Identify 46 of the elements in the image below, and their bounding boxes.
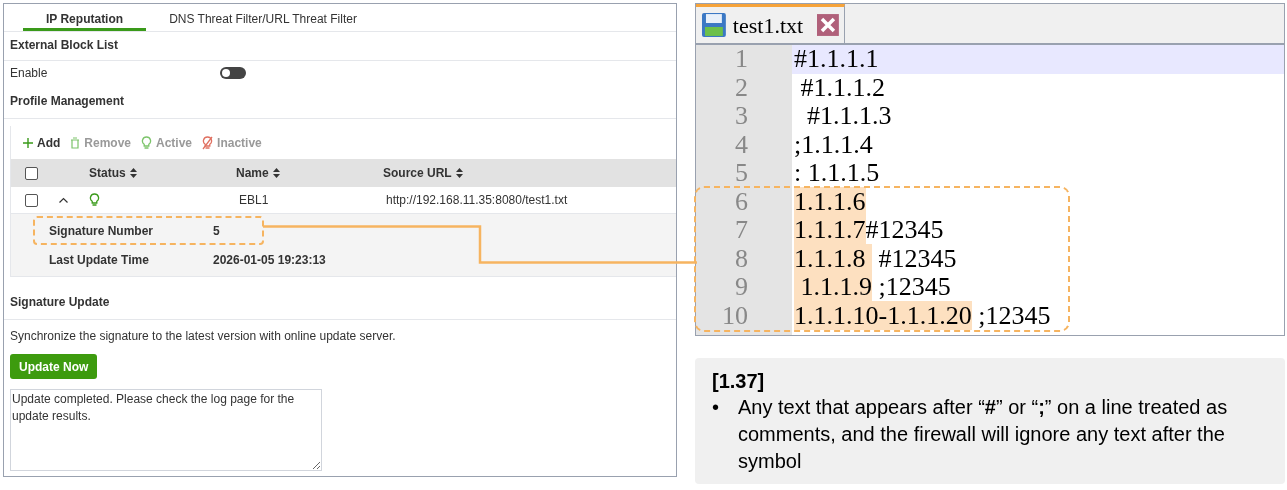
note-title: [1.37]	[712, 369, 766, 394]
code-line: ;1.1.1.4	[793, 130, 873, 159]
bullet-icon: •	[712, 394, 738, 475]
sort-icon	[272, 168, 280, 178]
table-cell-text: http://192.168.11.35:8080/test1.txt	[386, 192, 569, 209]
code-line: #1.1.1.2	[799, 73, 885, 102]
column-header[interactable]: Status	[89, 164, 126, 182]
update-now-button[interactable]: Update Now	[10, 354, 98, 379]
toggle-switch[interactable]	[220, 67, 246, 79]
description-text: Synchronize the signature to the latest version with online update server.	[9, 328, 397, 345]
toolbar-button[interactable]: Add	[23, 133, 61, 152]
field-label: Signature Number	[49, 222, 154, 240]
field-label: Last Update Time	[49, 251, 150, 269]
chevron-up-icon[interactable]	[59, 197, 68, 203]
column-header[interactable]: Source URL	[383, 164, 452, 182]
lightbulb-icon	[141, 135, 152, 150]
field-value: 2026-01-05 19:23:13	[213, 251, 326, 269]
line-number: 1	[696, 45, 792, 74]
section-title: External Block List	[4, 32, 676, 61]
field-value: 5	[213, 222, 220, 240]
code-line: 1.1.1.7#12345	[793, 216, 944, 245]
result-field[interactable]: Update completed. Please check the log page for the update results.	[10, 389, 322, 471]
trash-icon	[70, 136, 81, 149]
code-line: 1.1.1.8 #12345	[793, 244, 957, 273]
crossed-lightbulb-icon	[202, 135, 214, 150]
sort-icon	[129, 168, 137, 178]
tab-title: test1.txt	[732, 11, 804, 40]
close-icon	[817, 14, 839, 36]
section-title: Profile Management	[4, 85, 676, 119]
code-line: 1.1.1.9 ;12345	[792, 273, 951, 302]
plus-icon	[23, 137, 33, 148]
code-line: 1.1.1.10-1.1.1.20 ;12345	[793, 301, 1051, 330]
code-line: #1.1.1.1	[793, 45, 879, 74]
field-label: Enable	[10, 65, 49, 82]
note-text: Any text that appears after “#” or “;” on a line treated as comments, and the firewall will ignore any text after the symbol	[738, 395, 1229, 474]
code-line: #1.1.1.3	[806, 102, 892, 131]
sort-icon	[455, 168, 463, 178]
file-tab[interactable]: test1.txt	[696, 4, 845, 43]
code-line: : 1.1.1.5	[793, 159, 880, 188]
section-title: Signature Update	[4, 277, 676, 320]
column-header[interactable]: Name	[236, 164, 269, 182]
tab[interactable]: IP Reputation	[23, 4, 147, 31]
checkbox[interactable]	[25, 193, 38, 207]
checkbox[interactable]	[25, 166, 38, 180]
table-cell-text: EBL1	[239, 192, 270, 209]
tab[interactable]: DNS Threat Filter/URL Threat Filter	[146, 4, 380, 31]
